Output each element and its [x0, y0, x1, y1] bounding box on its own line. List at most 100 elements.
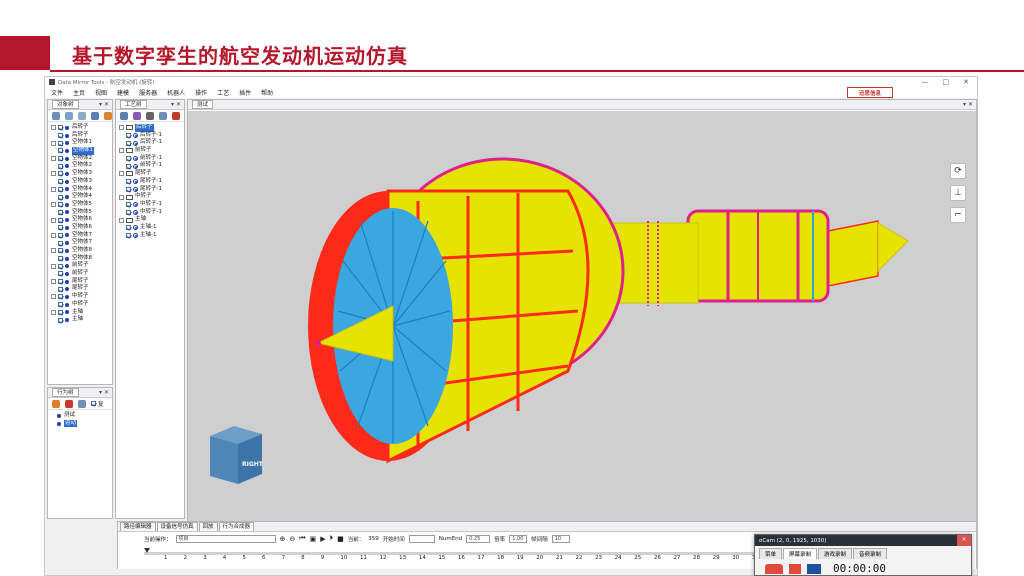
visibility-checkbox[interactable] — [58, 286, 63, 292]
tree-row[interactable]: 主轴 — [119, 216, 181, 224]
expand-icon[interactable] — [51, 171, 56, 177]
rewind-icon[interactable]: ⏮ — [299, 534, 305, 543]
timeline-tab[interactable]: 路径编辑器 — [120, 522, 156, 531]
behavior-remove-icon[interactable] — [65, 399, 73, 408]
maximize-button[interactable]: □ — [943, 78, 950, 86]
tree-tool-icon[interactable] — [120, 111, 128, 120]
behavior-add-icon[interactable] — [52, 399, 60, 408]
expand-icon[interactable] — [119, 171, 124, 177]
visibility-checkbox[interactable] — [58, 179, 63, 185]
visibility-checkbox[interactable] — [58, 133, 63, 139]
delete-tool-icon[interactable] — [146, 111, 154, 120]
process-checkbox[interactable] — [126, 186, 131, 192]
grid-tool-icon[interactable] — [133, 111, 141, 120]
visibility-checkbox[interactable] — [58, 263, 63, 269]
object-tree-tab[interactable]: 对象树 — [52, 100, 79, 109]
timeline-tab[interactable]: 回放 — [198, 522, 218, 531]
group-tool-icon[interactable] — [65, 111, 73, 120]
3d-canvas[interactable]: RIGHT ⟳ ⊥ ⌐ — [188, 111, 976, 522]
move-tool-icon[interactable] — [159, 111, 167, 120]
visibility-checkbox[interactable] — [58, 156, 63, 162]
tree-row[interactable]: 空物体6 — [51, 216, 109, 224]
expand-icon[interactable] — [51, 125, 56, 131]
play-icon[interactable]: ▶ — [320, 535, 325, 543]
tree-row[interactable]: 尾转子 — [51, 285, 109, 293]
behavior-tree-tab[interactable]: 行为树 — [52, 388, 79, 397]
tree-row[interactable]: 前转子-1 — [119, 162, 181, 170]
ocam-tab[interactable]: 音频录制 — [853, 548, 888, 559]
behavior-copy-icon[interactable] — [78, 399, 86, 408]
step-forward-icon[interactable]: ⏵ — [330, 534, 334, 543]
process-checkbox[interactable] — [126, 225, 131, 231]
timeline-tab[interactable]: 设备信号仿真 — [156, 522, 198, 531]
expand-icon[interactable] — [119, 125, 124, 131]
tree-row[interactable]: 尾转子-1 — [119, 178, 181, 186]
start-input[interactable] — [408, 534, 435, 543]
operation-select[interactable]: 项目 — [175, 534, 276, 543]
process-tree-tab[interactable]: 工艺树 — [120, 100, 147, 109]
tree-row[interactable]: 空物体8 — [51, 247, 109, 255]
visibility-checkbox[interactable] — [58, 140, 63, 146]
panel-pin-icon[interactable]: ▾ ✕ — [963, 101, 976, 108]
expand-icon[interactable] — [51, 279, 56, 285]
visibility-checkbox[interactable] — [58, 309, 63, 315]
menu-item[interactable]: 建模 — [117, 88, 129, 97]
stop-icon[interactable]: ■ — [337, 535, 344, 543]
visibility-checkbox[interactable] — [58, 248, 63, 254]
process-checkbox[interactable] — [126, 232, 131, 238]
visibility-checkbox[interactable] — [58, 217, 63, 223]
expand-icon[interactable] — [51, 263, 56, 269]
tree-row[interactable]: 空物体1 — [51, 139, 109, 147]
ocam-tab[interactable]: 游戏录制 — [818, 548, 853, 559]
add-tool-icon[interactable] — [172, 111, 180, 120]
visibility-checkbox[interactable] — [58, 256, 63, 262]
minimize-button[interactable]: — — [922, 78, 929, 86]
tree-row[interactable]: 中转子-1 — [119, 201, 181, 209]
ocam-close-button[interactable]: ✕ — [957, 535, 971, 546]
menu-item[interactable]: 机器人 — [167, 88, 185, 97]
visibility-checkbox[interactable] — [58, 148, 63, 154]
expand-icon[interactable] — [119, 194, 124, 200]
expand-icon[interactable] — [51, 202, 56, 208]
expand-icon[interactable] — [51, 232, 56, 238]
color-tool-icon[interactable] — [104, 111, 112, 120]
axis-view-icon[interactable]: ⊥ — [950, 185, 966, 201]
tree-row[interactable]: 空物体4 — [51, 193, 109, 201]
tree-row[interactable]: 主轴 — [51, 316, 109, 324]
menu-item[interactable]: 主页 — [73, 88, 85, 97]
visibility-checkbox[interactable] — [58, 194, 63, 200]
expand-icon[interactable] — [51, 156, 56, 162]
menu-item[interactable]: 帮助 — [261, 88, 273, 97]
expand-icon[interactable] — [51, 217, 56, 223]
process-checkbox[interactable] — [126, 202, 131, 208]
rate-input[interactable]: 1.00 — [509, 534, 528, 543]
pan-view-icon[interactable]: ⌐ — [950, 207, 966, 223]
tree-row[interactable]: 中转子 — [119, 193, 181, 201]
visibility-checkbox[interactable] — [58, 225, 63, 231]
tree-row[interactable]: 前转子 — [51, 270, 109, 278]
expand-icon[interactable] — [51, 186, 56, 192]
visibility-checkbox[interactable] — [58, 279, 63, 285]
visibility-checkbox[interactable] — [58, 163, 63, 169]
tree-row[interactable]: 空物体2 — [51, 162, 109, 170]
tree-row[interactable]: 主轴-1 — [119, 232, 181, 240]
save-icon[interactable]: ▣ — [310, 535, 317, 543]
pause-button[interactable] — [789, 563, 801, 574]
panel-pin-icon[interactable]: ▾ ✕ — [171, 101, 184, 108]
panel-pin-icon[interactable]: ▾ ✕ — [99, 389, 112, 396]
visibility-checkbox[interactable] — [58, 317, 63, 323]
tree-row[interactable]: 空物体3 — [51, 178, 109, 186]
rotate-view-icon[interactable]: ⟳ — [950, 163, 966, 179]
viewport-tab[interactable]: 测试 — [192, 100, 214, 109]
visibility-checkbox[interactable] — [58, 171, 63, 177]
zoom-out-icon[interactable]: ⊖ — [289, 535, 295, 543]
menu-item[interactable]: 文件 — [51, 88, 63, 97]
tree-row[interactable]: 空物体1 — [51, 147, 109, 155]
expand-icon[interactable] — [51, 309, 56, 315]
visibility-checkbox[interactable] — [58, 302, 63, 308]
process-checkbox[interactable] — [126, 209, 131, 215]
ocam-tab[interactable]: 屏幕录制 — [783, 548, 818, 559]
tree-row[interactable]: 前转子 — [51, 262, 109, 270]
tree-row[interactable]: 中转子-1 — [119, 209, 181, 217]
cube-tool-icon[interactable] — [52, 111, 60, 120]
